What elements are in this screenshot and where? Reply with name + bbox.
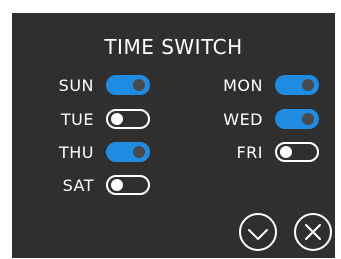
toggle-knob — [111, 113, 123, 125]
toggle-sat[interactable] — [106, 175, 150, 195]
day-row-mon: MON — [193, 75, 341, 99]
day-row-wed: WED — [193, 109, 341, 133]
day-row-thu: THU — [24, 142, 174, 166]
check-icon — [248, 229, 268, 240]
day-label-tue: TUE — [60, 110, 94, 129]
day-label-wed: WED — [223, 110, 263, 129]
toggle-knob — [133, 146, 145, 158]
day-label-thu: THU — [58, 143, 94, 162]
time-switch-panel: TIME SWITCH SUN MON TUE WED THU FRI SAT — [12, 13, 335, 258]
toggle-sun[interactable] — [106, 75, 150, 95]
toggle-knob — [280, 146, 292, 158]
panel-title: TIME SWITCH — [104, 35, 243, 59]
day-row-sun: SUN — [24, 75, 174, 99]
toggle-knob — [302, 113, 314, 125]
close-icon — [305, 224, 321, 240]
toggle-fri[interactable] — [275, 142, 319, 162]
toggle-thu[interactable] — [106, 142, 150, 162]
toggle-mon[interactable] — [275, 75, 319, 95]
day-label-mon: MON — [223, 76, 263, 95]
toggle-knob — [133, 79, 145, 91]
toggle-knob — [111, 179, 123, 191]
toggle-tue[interactable] — [106, 109, 150, 129]
toggle-wed[interactable] — [275, 109, 319, 129]
day-label-sat: SAT — [62, 176, 94, 195]
cancel-button[interactable] — [294, 213, 332, 251]
toggle-knob — [302, 79, 314, 91]
day-row-tue: TUE — [24, 109, 174, 133]
day-row-fri: FRI — [193, 142, 341, 166]
day-row-sat: SAT — [24, 175, 174, 199]
day-label-fri: FRI — [236, 143, 263, 162]
confirm-button[interactable] — [239, 213, 277, 251]
day-label-sun: SUN — [58, 76, 94, 95]
